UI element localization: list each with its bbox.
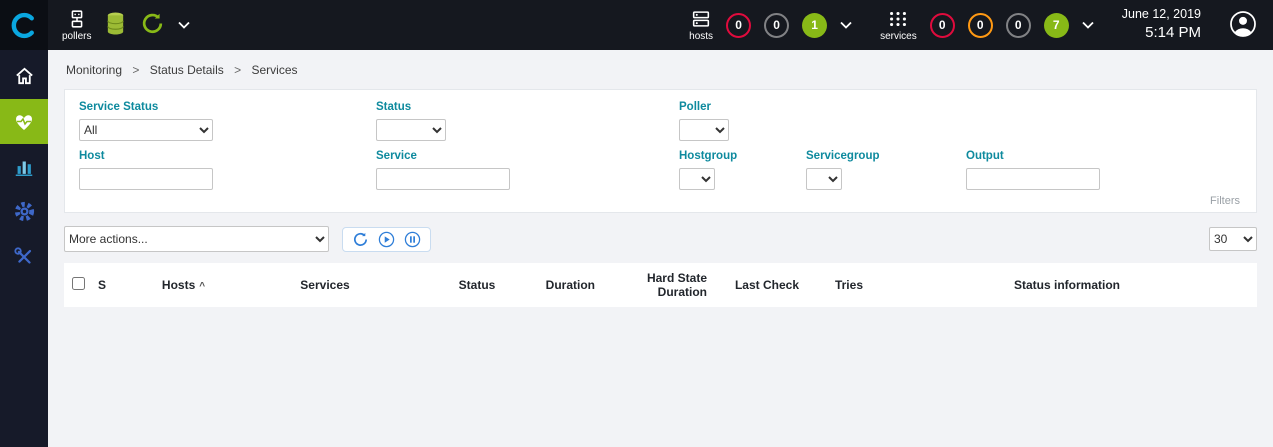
services-table: S Hosts^ Services Status Duration Hard S… — [64, 263, 1257, 307]
top-bar: pollers — [0, 0, 1273, 50]
sidebar-item-home[interactable] — [0, 54, 48, 99]
gear-icon — [13, 200, 36, 223]
pollers-label: pollers — [62, 31, 91, 42]
hosts-menu[interactable]: hosts — [689, 8, 713, 42]
services-unknown-counter[interactable]: 0 — [1006, 13, 1031, 38]
chevron-down-icon[interactable] — [1082, 21, 1094, 29]
hostgroup-label: Hostgroup — [679, 150, 737, 162]
services-label: services — [880, 31, 917, 42]
col-header-status-information[interactable]: Status information — [869, 263, 1257, 307]
service-status-select[interactable]: All — [79, 119, 213, 141]
col-header-last-check[interactable]: Last Check — [713, 263, 805, 307]
status-select[interactable] — [376, 119, 446, 141]
status-label: Status — [376, 101, 411, 113]
services-ok-counter[interactable]: 7 — [1044, 13, 1069, 38]
col-header-status[interactable]: Status — [433, 263, 521, 307]
clock: June 12, 2019 5:14 PM — [1122, 6, 1201, 43]
hosts-down-counter[interactable]: 0 — [726, 13, 751, 38]
refresh-icon[interactable] — [352, 231, 369, 248]
table-header-row: S Hosts^ Services Status Duration Hard S… — [64, 263, 1257, 307]
service-input[interactable] — [376, 168, 510, 190]
chevron-down-icon[interactable] — [840, 21, 852, 29]
col-header-s[interactable]: S — [92, 263, 116, 307]
sidebar — [0, 50, 48, 447]
database-icon[interactable] — [104, 11, 127, 39]
servicegroup-select[interactable] — [806, 168, 842, 190]
more-actions-select[interactable]: More actions... — [64, 226, 329, 252]
heart-pulse-icon — [12, 110, 36, 134]
refresh-controls — [342, 227, 431, 252]
current-date: June 12, 2019 — [1122, 6, 1201, 23]
hosts-label: hosts — [689, 31, 713, 42]
filter-panel: Service Status All Status Poller Host — [64, 89, 1257, 213]
poller-label: Poller — [679, 101, 711, 113]
services-warning-counter[interactable]: 0 — [968, 13, 993, 38]
output-input[interactable] — [966, 168, 1100, 190]
filters-caption: Filters — [79, 190, 1242, 210]
poller-select[interactable] — [679, 119, 729, 141]
col-header-hard-state-duration[interactable]: Hard State Duration — [601, 263, 713, 307]
output-label: Output — [966, 150, 1004, 162]
pollers-icon — [66, 8, 88, 30]
hosts-counters: 001 — [726, 13, 827, 38]
col-header-duration[interactable]: Duration — [521, 263, 601, 307]
hosts-unreachable-counter[interactable]: 0 — [764, 13, 789, 38]
breadcrumb-separator: > — [132, 63, 139, 77]
pollers-menu[interactable]: pollers — [62, 8, 91, 42]
sidebar-item-monitoring[interactable] — [0, 99, 48, 144]
home-icon — [13, 65, 36, 88]
col-header-services[interactable]: Services — [251, 263, 399, 307]
poller-status-group: pollers — [62, 8, 190, 42]
sort-asc-icon: ^ — [199, 281, 205, 292]
sync-ok-icon[interactable] — [140, 11, 165, 39]
hosts-up-counter[interactable]: 1 — [802, 13, 827, 38]
centreon-logo-icon — [11, 12, 38, 39]
topbar-right: hosts 001 services 0007 June 12, 2 — [689, 6, 1273, 43]
current-time: 5:14 PM — [1122, 23, 1201, 43]
breadcrumb: Monitoring > Status Details > Services — [48, 50, 1273, 87]
user-icon[interactable] — [1229, 10, 1257, 41]
col-header-hosts[interactable]: Hosts^ — [116, 263, 251, 307]
main-content: Monitoring > Status Details > Services S… — [48, 50, 1273, 447]
services-counters: 0007 — [930, 13, 1069, 38]
services-grid-icon — [887, 8, 909, 30]
centreon-logo[interactable] — [0, 0, 48, 50]
pause-icon[interactable] — [404, 231, 421, 248]
services-status-group: services 0007 — [880, 8, 1094, 42]
play-icon[interactable] — [378, 231, 395, 248]
sidebar-item-configuration[interactable] — [0, 189, 48, 234]
bar-chart-icon — [13, 156, 35, 178]
host-label: Host — [79, 150, 105, 162]
page-size-select[interactable]: 30 — [1209, 227, 1257, 251]
breadcrumb-services[interactable]: Services — [251, 63, 297, 77]
select-all-checkbox[interactable] — [72, 277, 85, 290]
host-input[interactable] — [79, 168, 213, 190]
breadcrumb-separator: > — [234, 63, 241, 77]
table-toolbar: More actions... — [64, 226, 1257, 252]
service-label: Service — [376, 150, 417, 162]
sidebar-item-reporting[interactable] — [0, 144, 48, 189]
chevron-down-icon[interactable] — [178, 21, 190, 29]
col-header-tries[interactable]: Tries — [805, 263, 869, 307]
hosts-status-group: hosts 001 — [689, 8, 852, 42]
breadcrumb-status-details[interactable]: Status Details — [150, 63, 224, 77]
services-menu[interactable]: services — [880, 8, 917, 42]
breadcrumb-monitoring[interactable]: Monitoring — [66, 63, 122, 77]
col-header-graph — [399, 263, 433, 307]
servicegroup-label: Servicegroup — [806, 150, 880, 162]
hosts-icon — [690, 8, 712, 30]
service-status-label: Service Status — [79, 101, 158, 113]
tools-icon — [13, 246, 35, 268]
hostgroup-select[interactable] — [679, 168, 715, 190]
sidebar-item-administration[interactable] — [0, 234, 48, 279]
services-critical-counter[interactable]: 0 — [930, 13, 955, 38]
